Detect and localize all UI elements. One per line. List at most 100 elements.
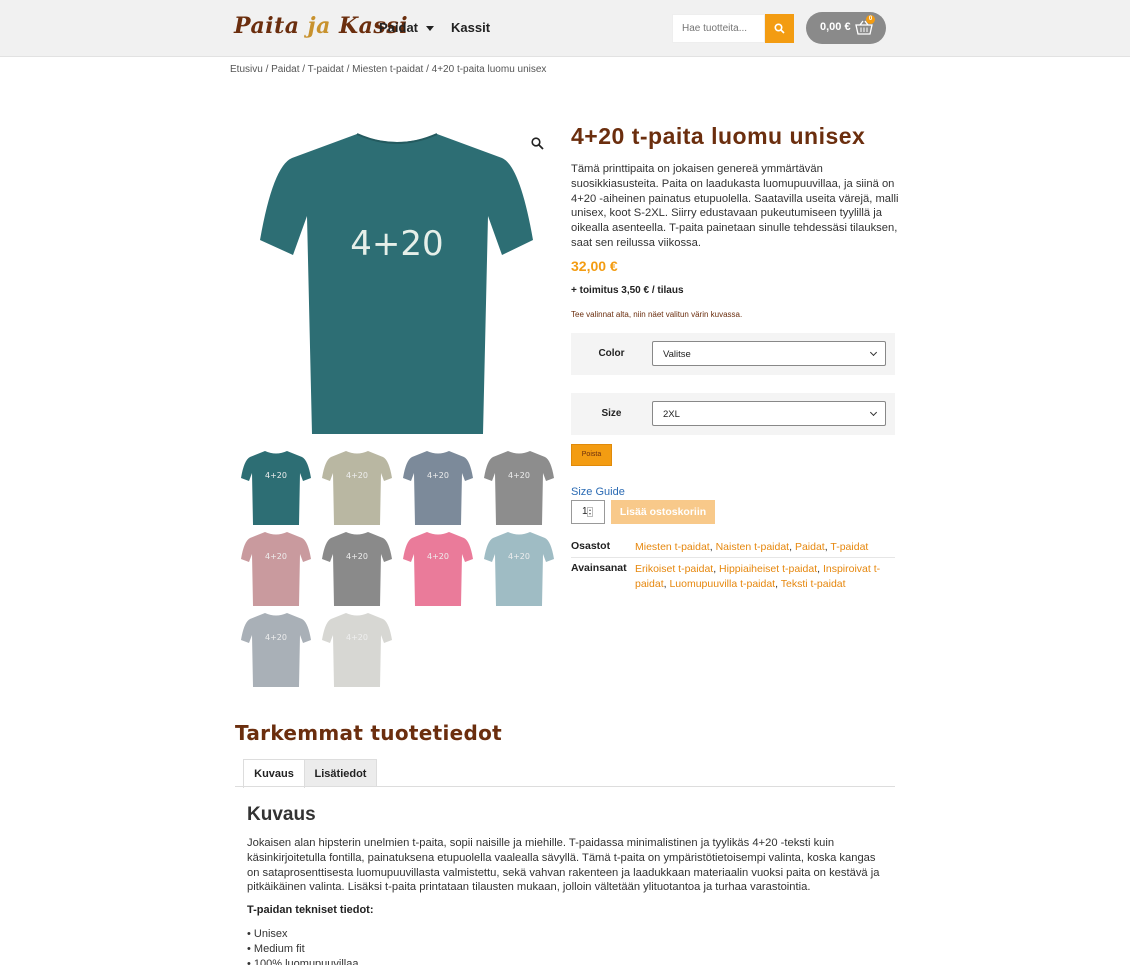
thumb-print: 4+20 <box>508 471 530 480</box>
search-icon <box>774 23 785 34</box>
variation-hint: Tee valinnat alta, niin näet valitun vär… <box>571 310 743 319</box>
thumb-print: 4+20 <box>346 633 368 642</box>
thumbnail[interactable]: 4+20 <box>483 448 555 526</box>
thumb-print: 4+20 <box>427 471 449 480</box>
breadcrumb-separator: / <box>262 64 272 75</box>
breadcrumb-link[interactable]: Etusivu <box>230 64 263 75</box>
thumb-shirt <box>403 532 473 606</box>
list-item: • Unisex <box>247 928 288 940</box>
thumbnail[interactable]: 4+20 <box>402 448 474 526</box>
tech-specs-heading: T-paidan tekniset tiedot: <box>247 904 374 916</box>
thumbnail[interactable]: 4+20 <box>321 610 393 688</box>
tags-label: Avainsanat <box>571 562 627 574</box>
product-title: 4+20 t-paita luomu unisex <box>571 123 866 149</box>
tag-link[interactable]: Erikoiset t-paidat <box>635 563 713 575</box>
thumbnail[interactable]: 4+20 <box>321 529 393 607</box>
select-value: 2XL <box>663 409 680 420</box>
list-item: • Medium fit <box>247 943 305 955</box>
thumbnail[interactable]: 4+20 <box>240 529 312 607</box>
divider <box>571 557 895 558</box>
breadcrumb-separator: / <box>423 64 432 75</box>
list-item: • 100% luomupuuvillaa <box>247 958 359 965</box>
tag-link[interactable]: Hippiaiheiset t-paidat <box>719 563 817 575</box>
clear-selection-button[interactable]: Poista <box>571 444 612 466</box>
chevron-down-icon <box>869 408 878 417</box>
search-input[interactable] <box>672 14 765 43</box>
breadcrumb-link[interactable]: T-paidat <box>308 64 344 75</box>
thumb-shirt <box>322 451 392 525</box>
quantity-input[interactable]: 1 ▴ ▾ <box>571 500 605 524</box>
cart-button[interactable]: 0,00 € 0 <box>806 12 886 44</box>
variation-row-size: Size 2XL <box>571 393 895 435</box>
thumb-print: 4+20 <box>265 552 287 561</box>
tshirt-print-text: 4+20 <box>350 224 443 264</box>
thumbnail[interactable]: 4+20 <box>240 610 312 688</box>
size-guide-link[interactable]: Size Guide <box>571 486 625 498</box>
quantity-stepper[interactable]: ▴ ▾ <box>587 507 593 517</box>
nav-item-label: Kassit <box>451 20 491 35</box>
cart-count-badge: 0 <box>866 15 875 24</box>
variation-label: Size <box>601 408 622 419</box>
nav-item-kassit[interactable]: Kassit <box>451 20 490 35</box>
color-select[interactable]: Valitse <box>652 341 886 366</box>
variation-label: Color <box>598 348 625 359</box>
details-heading: Tarkemmat tuotetiedot <box>235 721 503 745</box>
thumb-print: 4+20 <box>265 471 287 480</box>
select-value: Valitse <box>663 349 691 360</box>
category-link[interactable]: T-paidat <box>830 541 868 553</box>
thumb-print: 4+20 <box>346 471 368 480</box>
product-main-image[interactable]: 4+20 <box>240 120 555 435</box>
thumb-print: 4+20 <box>265 633 287 642</box>
variation-row-color: Color Valitse <box>571 333 895 375</box>
thumbnail[interactable]: 4+20 <box>483 529 555 607</box>
product-short-description: Tämä printtipaita on jokaisen genereä ym… <box>571 163 899 249</box>
breadcrumb-link[interactable]: Paidat <box>271 64 299 75</box>
tabs-divider <box>235 786 895 787</box>
thumb-shirt <box>241 451 311 525</box>
breadcrumb-separator: / <box>299 64 308 75</box>
tshirt-shape <box>260 134 533 434</box>
description-body: Jokaisen alan hipsterin unelmien t-paita… <box>247 837 880 894</box>
thumbnail[interactable]: 4+20 <box>240 448 312 526</box>
thumb-print: 4+20 <box>508 552 530 561</box>
tags-list: Erikoiset t-paidat, Hippiaiheiset t-paid… <box>635 563 881 590</box>
cart-total: 0,00 € <box>820 21 851 33</box>
magnifier-icon[interactable] <box>531 137 544 150</box>
tab-kuvaus[interactable]: Kuvaus <box>243 759 305 788</box>
search-button[interactable] <box>765 14 794 43</box>
categories-list: Miesten t-paidat, Naisten t-paidat, Paid… <box>635 541 869 553</box>
thumb-shirt <box>322 532 392 606</box>
thumb-shirt <box>241 532 311 606</box>
chevron-down-icon <box>869 348 878 357</box>
breadcrumb-separator: / <box>343 64 353 75</box>
thumbnail[interactable]: 4+20 <box>402 529 474 607</box>
categories-label: Osastot <box>571 540 611 552</box>
category-link[interactable]: Paidat <box>795 541 825 553</box>
breadcrumb: Etusivu / Paidat / T-paidat / Miesten t-… <box>230 64 546 75</box>
thumb-print: 4+20 <box>427 552 449 561</box>
site-header: Paita ja Kassi Paidat Kassit 0,00 € 0 <box>0 0 1130 57</box>
nav-item-label: Paidat <box>379 20 419 35</box>
category-link[interactable]: Miesten t-paidat <box>635 541 710 553</box>
tag-link[interactable]: Luomupuuvilla t-paidat <box>669 578 775 590</box>
shipping-note: + toimitus 3,50 € / tilaus <box>571 285 684 296</box>
tab-lisatiedot[interactable]: Lisätiedot <box>304 759 377 787</box>
chevron-down-icon <box>426 26 435 32</box>
thumb-shirt <box>484 451 554 525</box>
thumb-shirt <box>484 532 554 606</box>
category-link[interactable]: Naisten t-paidat <box>716 541 790 553</box>
breadcrumb-current: 4+20 t-paita luomu unisex <box>431 64 547 75</box>
nav-item-paidat[interactable]: Paidat <box>379 20 435 35</box>
size-select[interactable]: 2XL <box>652 401 886 426</box>
description-heading: Kuvaus <box>247 804 316 825</box>
tag-link[interactable]: Teksti t-paidat <box>781 578 846 590</box>
tech-specs-list: • Unisex • Medium fit • 100% luomupuuvil… <box>247 927 358 965</box>
thumb-print: 4+20 <box>346 552 368 561</box>
thumb-shirt <box>322 613 392 687</box>
add-to-cart-button[interactable]: Lisää ostoskoriin <box>611 500 715 524</box>
product-price: 32,00 € <box>571 258 618 274</box>
logo-text-2: ja <box>307 13 331 39</box>
thumbnail[interactable]: 4+20 <box>321 448 393 526</box>
logo-text-1: Paita <box>234 13 300 39</box>
breadcrumb-link[interactable]: Miesten t-paidat <box>352 64 423 75</box>
